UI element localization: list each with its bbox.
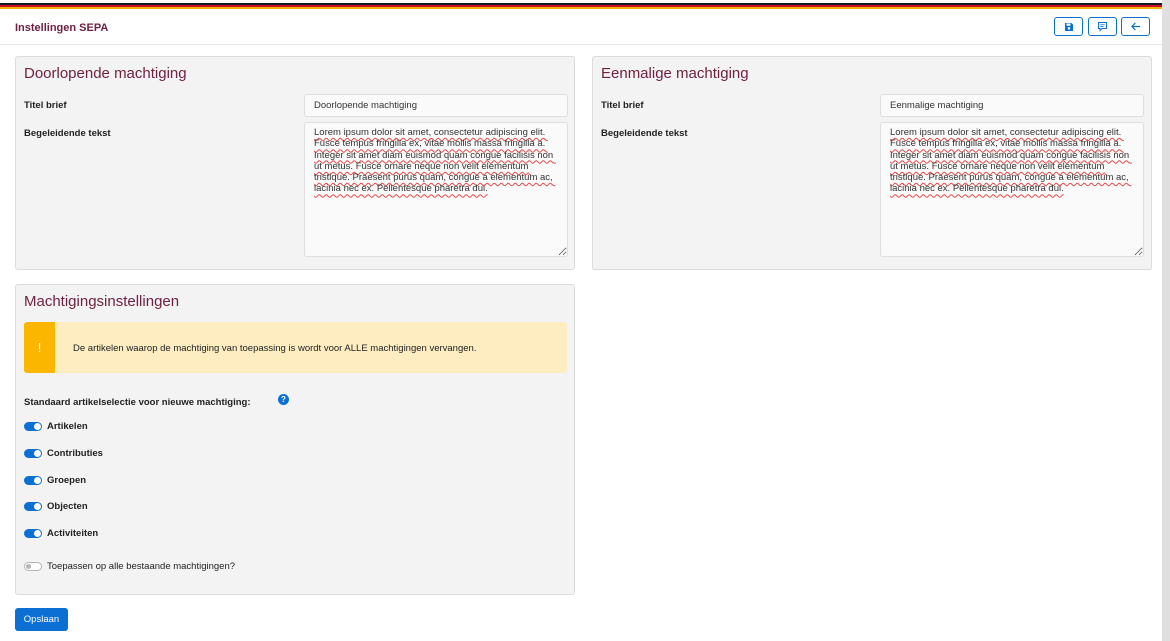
panel-title: Machtigingsinstellingen <box>24 293 180 310</box>
begeleidende-tekst-label: Begeleidende tekst <box>24 128 111 139</box>
machtigingsinstellingen-panel: Machtigingsinstellingen ! De artikelen w… <box>15 284 575 595</box>
toggle-label: Groepen <box>47 474 87 486</box>
titel-brief-label: Titel brief <box>24 100 67 111</box>
save-icon-button[interactable] <box>1054 17 1083 36</box>
switch-on-icon[interactable] <box>24 501 42 511</box>
alert-text: De artikelen waarop de machtiging van to… <box>73 343 477 354</box>
save-icon <box>1064 22 1073 31</box>
page-header: Instellingen SEPA <box>0 10 1162 45</box>
titel-brief-input[interactable]: Doorlopende machtiging <box>304 94 568 117</box>
toggle-groepen[interactable]: Groepen <box>24 474 86 486</box>
flag-stripe <box>0 3 1162 10</box>
toggle-label: Artikelen <box>47 420 88 432</box>
switch-on-icon[interactable] <box>24 448 42 458</box>
save-button[interactable]: Opslaan <box>15 608 68 631</box>
switch-off-icon[interactable] <box>24 561 42 571</box>
switch-on-icon[interactable] <box>24 475 42 485</box>
toggle-label: Activiteiten <box>47 527 99 539</box>
toggle-objecten[interactable]: Objecten <box>24 500 88 512</box>
panel-title: Doorlopende machtiging <box>24 65 187 82</box>
toggle-contributies[interactable]: Contributies <box>24 447 103 459</box>
comment-button[interactable] <box>1088 17 1117 36</box>
toggle-label: Contributies <box>47 447 103 459</box>
titel-brief-label: Titel brief <box>601 100 644 111</box>
switch-on-icon[interactable] <box>24 421 42 431</box>
begeleidende-tekst-textarea[interactable]: Lorem ipsum dolor sit amet, consectetur … <box>304 122 568 257</box>
settings-page: Instellingen SEPA Doorlopende machtiging… <box>0 0 1162 641</box>
panel-title: Eenmalige machtiging <box>601 65 749 82</box>
warning-icon: ! <box>24 322 55 373</box>
comment-icon <box>1098 22 1107 32</box>
toggle-activiteiten[interactable]: Activiteiten <box>24 527 98 539</box>
artikelselectie-label: Standaard artikelselectie voor nieuwe ma… <box>24 397 251 408</box>
toggle-artikelen[interactable]: Artikelen <box>24 420 88 432</box>
back-button[interactable] <box>1121 17 1150 36</box>
toggle-apply-existing[interactable]: Toepassen op alle bestaande machtigingen… <box>24 560 235 572</box>
toggle-label: Toepassen op alle bestaande machtigingen… <box>47 560 236 572</box>
titel-brief-input[interactable]: Eenmalige machtiging <box>880 94 1144 117</box>
switch-on-icon[interactable] <box>24 528 42 538</box>
begeleidende-tekst-label: Begeleidende tekst <box>601 128 688 139</box>
warning-alert: ! De artikelen waarop de machtiging van … <box>24 322 567 373</box>
toggle-label: Objecten <box>47 500 88 512</box>
doorlopende-machtiging-panel: Doorlopende machtiging Titel brief Doorl… <box>15 56 575 270</box>
help-icon[interactable]: ? <box>278 394 289 405</box>
begeleidende-tekst-textarea[interactable]: Lorem ipsum dolor sit amet, consectetur … <box>880 122 1144 257</box>
eenmalige-machtiging-panel: Eenmalige machtiging Titel brief Eenmali… <box>592 56 1152 270</box>
page-title: Instellingen SEPA <box>15 22 109 34</box>
arrow-left-icon <box>1131 22 1141 31</box>
